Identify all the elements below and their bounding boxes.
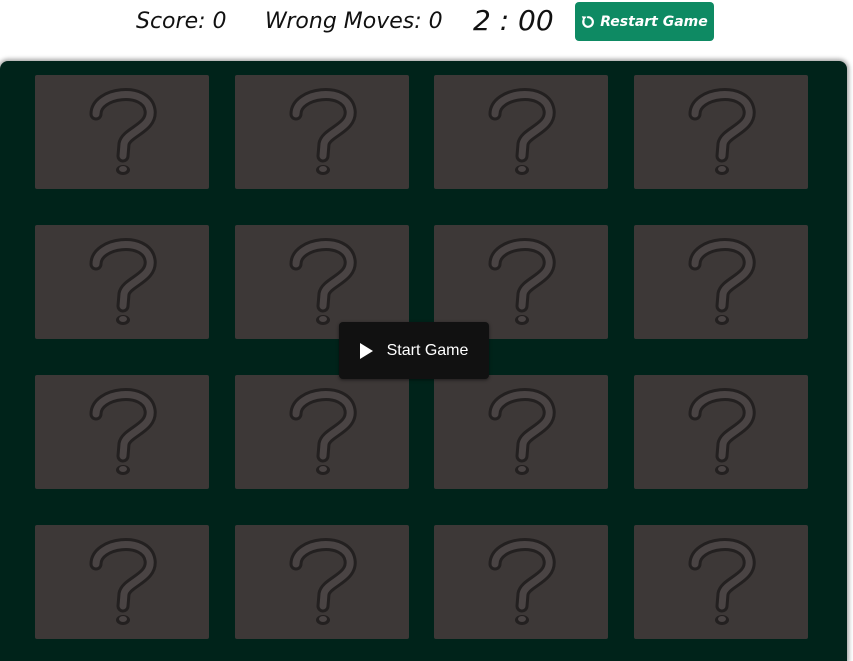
timer-display: 2 : 00 — [473, 4, 554, 37]
memory-card[interactable] — [634, 375, 808, 489]
question-mark-icon — [681, 234, 761, 330]
memory-card[interactable] — [35, 525, 209, 639]
restart-icon — [581, 15, 595, 29]
play-icon — [359, 342, 373, 359]
question-mark-icon — [481, 384, 561, 480]
memory-card[interactable] — [35, 375, 209, 489]
game-header: Score: 0 Wrong Moves: 0 2 : 00 Restart G… — [0, 0, 853, 52]
restart-game-button[interactable]: Restart Game — [575, 2, 714, 41]
memory-card[interactable] — [634, 225, 808, 339]
memory-card[interactable] — [235, 525, 409, 639]
memory-card[interactable] — [235, 75, 409, 189]
memory-card[interactable] — [434, 525, 608, 639]
question-mark-icon — [82, 534, 162, 630]
start-game-label: Start Game — [386, 341, 469, 359]
question-mark-icon — [282, 84, 362, 180]
question-mark-icon — [481, 234, 561, 330]
question-mark-icon — [681, 384, 761, 480]
memory-card[interactable] — [634, 525, 808, 639]
memory-card[interactable] — [634, 75, 808, 189]
question-mark-icon — [282, 234, 362, 330]
score-display: Score: 0 — [136, 9, 227, 34]
question-mark-icon — [82, 84, 162, 180]
question-mark-icon — [282, 384, 362, 480]
question-mark-icon — [481, 84, 561, 180]
question-mark-icon — [82, 384, 162, 480]
memory-card[interactable] — [35, 225, 209, 339]
question-mark-icon — [282, 534, 362, 630]
start-game-button[interactable]: Start Game — [339, 322, 489, 379]
restart-game-label: Restart Game — [600, 13, 708, 30]
memory-card[interactable] — [434, 375, 608, 489]
memory-card[interactable] — [35, 75, 209, 189]
memory-card[interactable] — [434, 75, 608, 189]
wrong-moves-display: Wrong Moves: 0 — [265, 9, 443, 34]
question-mark-icon — [681, 84, 761, 180]
question-mark-icon — [681, 534, 761, 630]
question-mark-icon — [82, 234, 162, 330]
memory-card[interactable] — [235, 375, 409, 489]
question-mark-icon — [481, 534, 561, 630]
